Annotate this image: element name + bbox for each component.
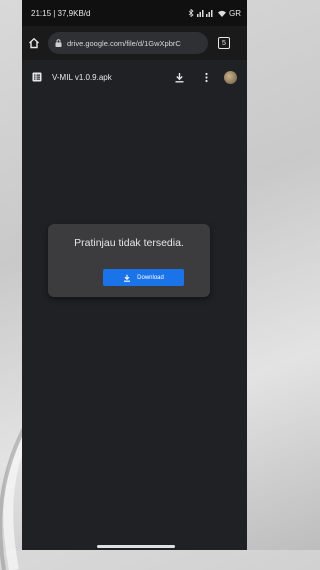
- lock-icon: [55, 39, 62, 47]
- url-text: drive.google.com/file/d/1GwXpbrC: [67, 38, 181, 48]
- download-icon: [124, 274, 131, 282]
- file-list-icon[interactable]: [32, 72, 42, 82]
- tabs-icon[interactable]: 5: [218, 37, 230, 49]
- status-time: 21:15 | 37,9KB/d: [31, 8, 91, 18]
- signal-icon: [197, 10, 213, 17]
- browser-toolbar: drive.google.com/file/d/1GwXpbrC 5: [22, 26, 247, 60]
- preview-message: Pratinjau tidak tersedia.: [74, 237, 184, 249]
- tab-count: 5: [222, 39, 226, 47]
- wifi-icon: [218, 10, 226, 17]
- gesture-home-bar[interactable]: [97, 545, 175, 548]
- phone-screen: 21:15 | 37,9KB/d GR drive.google.com/fil…: [22, 0, 247, 550]
- download-icon[interactable]: [174, 72, 185, 83]
- status-icons: GR: [188, 9, 241, 18]
- home-icon[interactable]: [28, 37, 40, 49]
- download-button[interactable]: Download: [103, 269, 184, 286]
- more-vert-icon[interactable]: [201, 72, 212, 83]
- status-bar: 21:15 | 37,9KB/d GR: [22, 0, 247, 26]
- status-right-text: GR: [229, 8, 241, 18]
- drive-header: V-MIL v1.0.9.apk: [22, 62, 247, 92]
- file-name: V-MIL v1.0.9.apk: [52, 72, 112, 82]
- address-bar[interactable]: drive.google.com/file/d/1GwXpbrC: [48, 32, 208, 54]
- avatar[interactable]: [224, 70, 237, 84]
- preview-unavailable-card: Pratinjau tidak tersedia. Download: [48, 224, 210, 297]
- download-button-label: Download: [137, 274, 164, 281]
- bluetooth-icon: [188, 9, 194, 17]
